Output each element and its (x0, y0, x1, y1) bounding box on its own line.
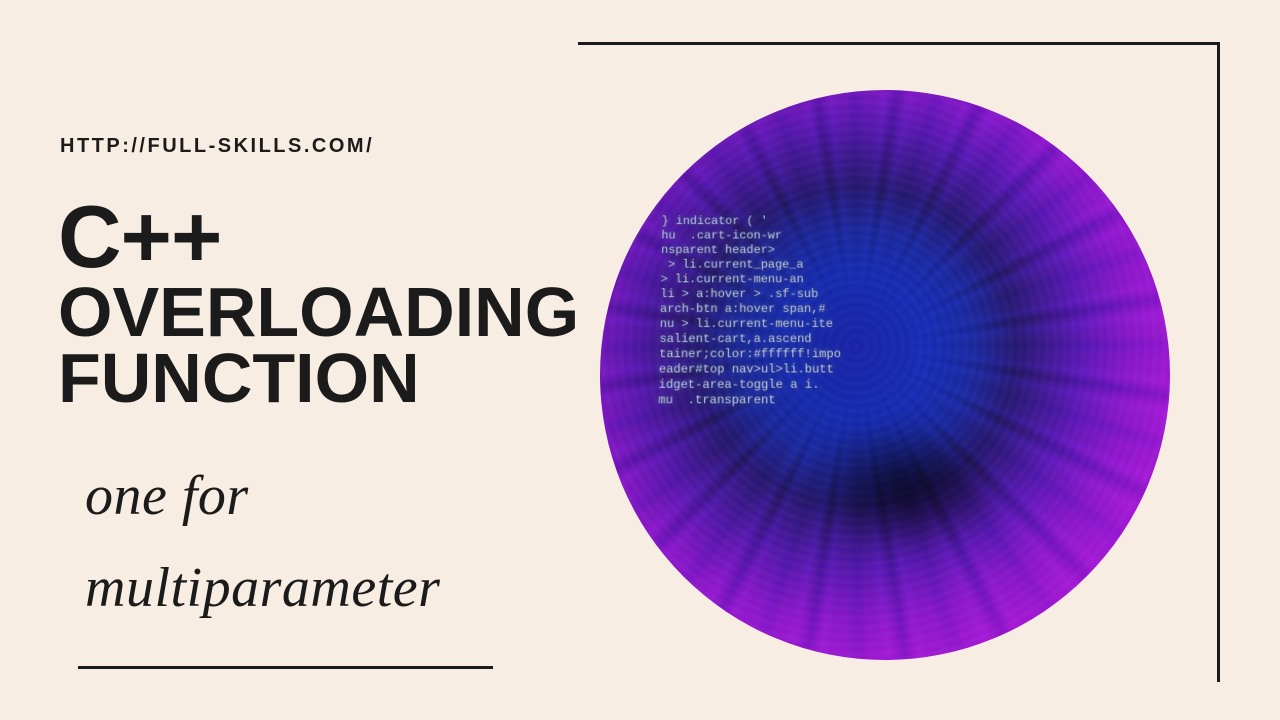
subtitle-script: one for multiparameter (85, 450, 440, 635)
main-title: C++ OVERLOADING FUNCTION (58, 195, 579, 412)
site-url: HTTP://FULL-SKILLS.COM/ (60, 135, 374, 158)
code-text-overlay: } indicator ( ' hu .cart-icon-wr nsparen… (658, 214, 842, 408)
right-vertical-rule (1217, 42, 1220, 682)
title-line-1: C++ (58, 195, 579, 279)
subtitle-underline (78, 666, 493, 669)
title-line-3: FUNCTION (58, 345, 579, 412)
top-horizontal-rule (578, 42, 1218, 45)
script-line-1: one for (85, 450, 440, 542)
script-line-2: multiparameter (85, 542, 440, 634)
title-line-2: OVERLOADING (58, 279, 579, 346)
dark-core-shadow (805, 421, 1005, 551)
hero-circle-image: } indicator ( ' hu .cart-icon-wr nsparen… (600, 90, 1170, 660)
